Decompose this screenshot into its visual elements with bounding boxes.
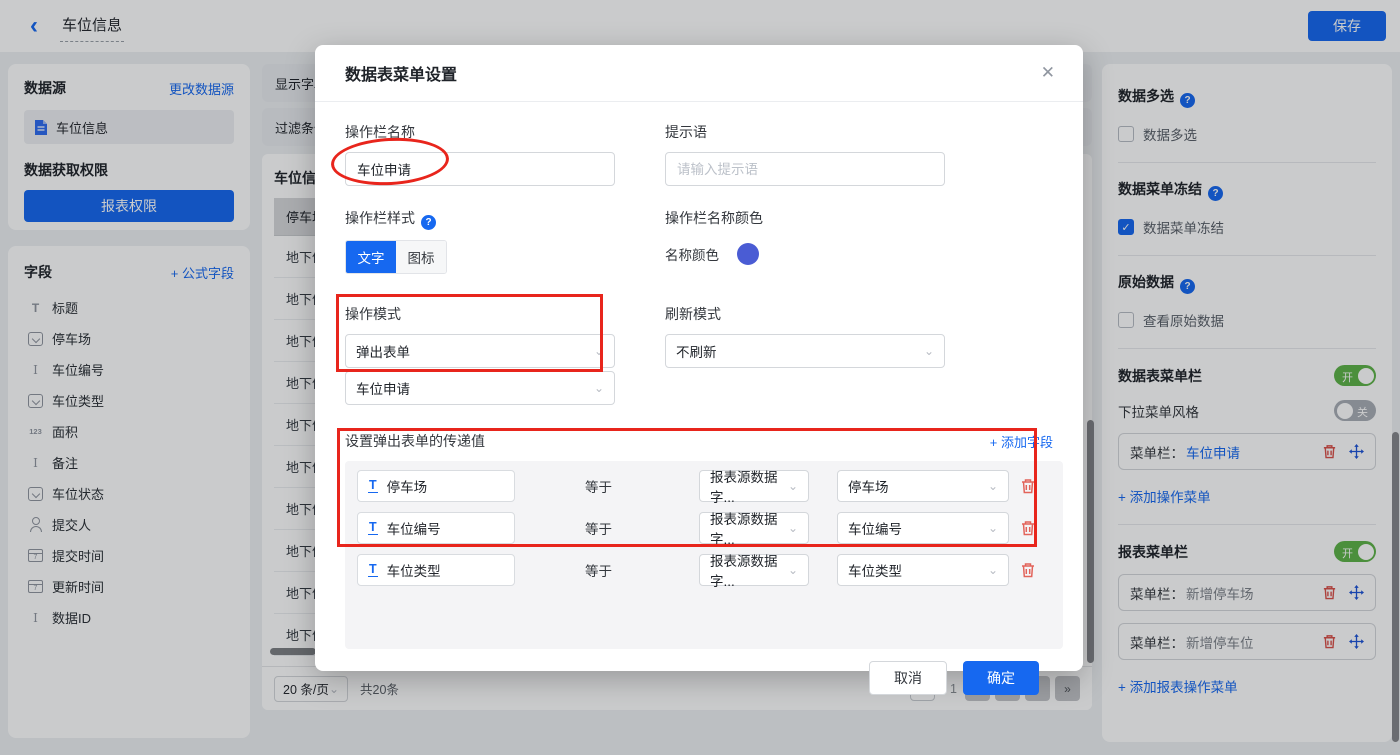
action-name-input[interactable]: [345, 152, 615, 186]
chevron-down-icon: ⌄: [924, 344, 934, 358]
tip-input[interactable]: [665, 152, 945, 186]
transfer-field-value: 车位编号: [387, 518, 441, 538]
trash-icon[interactable]: [1020, 478, 1036, 494]
transfer-field-input[interactable]: T 车位类型: [357, 554, 515, 586]
close-icon[interactable]: ✕: [1041, 63, 1055, 83]
operator-label: 等于: [585, 560, 615, 580]
transfer-field-value: 停车场: [387, 476, 428, 496]
trash-icon[interactable]: [1020, 562, 1036, 578]
source-field-value: 车位编号: [848, 518, 902, 538]
action-mode-select[interactable]: 弹出表单 ⌄: [345, 334, 615, 368]
operator-label: 等于: [585, 476, 615, 496]
dialog-title: 数据表菜单设置: [345, 61, 457, 85]
action-style-segmented: 文字 图标: [345, 240, 447, 274]
table-menu-settings-dialog: 数据表菜单设置 ✕ 操作栏名称 提示语 操作栏样式? 文字: [315, 45, 1083, 671]
transfer-values-label: 设置弹出表单的传递值: [345, 431, 485, 451]
cancel-button[interactable]: 取消: [869, 661, 947, 695]
transfer-row: T 车位类型 等于 报表源数据字...⌄ 车位类型 ⌄: [357, 554, 1051, 586]
action-mode-label: 操作模式: [345, 304, 615, 324]
refresh-mode-value: 不刷新: [676, 341, 717, 361]
transfer-values-box: T停车场 等于 报表源数据字...⌄ 停车场⌄ T车位编号 等于 报表源数据字.…: [345, 461, 1063, 649]
help-icon[interactable]: ?: [421, 215, 436, 230]
add-field-link[interactable]: + 添加字段: [990, 432, 1053, 451]
transfer-field-input[interactable]: T 车位编号: [357, 512, 515, 544]
style-text-option[interactable]: 文字: [346, 241, 396, 273]
chevron-down-icon: ⌄: [594, 344, 604, 358]
color-name-label: 名称颜色: [665, 244, 719, 264]
source-type-select[interactable]: 报表源数据字...⌄: [699, 512, 809, 544]
refresh-mode-select[interactable]: 不刷新 ⌄: [665, 334, 945, 368]
transfer-field-value: 车位类型: [387, 560, 441, 580]
action-style-label: 操作栏样式?: [345, 208, 615, 230]
transfer-row: T 车位编号 等于 报表源数据字...⌄ 车位编号 ⌄: [357, 512, 1051, 544]
confirm-button[interactable]: 确定: [963, 661, 1039, 695]
chevron-down-icon: ⌄: [788, 521, 798, 535]
operator-label: 等于: [585, 518, 615, 538]
chevron-down-icon: ⌄: [988, 521, 998, 535]
source-field-value: 车位类型: [848, 560, 902, 580]
text-type-icon: T: [368, 563, 378, 578]
style-icon-option[interactable]: 图标: [396, 241, 446, 273]
transfer-row: T 停车场 等于 报表源数据字...⌄ 停车场 ⌄: [357, 470, 1051, 502]
trash-icon[interactable]: [1020, 520, 1036, 536]
source-type-value: 报表源数据字...: [710, 466, 788, 506]
source-field-select[interactable]: 车位编号 ⌄: [837, 512, 1009, 544]
source-field-select[interactable]: 车位类型 ⌄: [837, 554, 1009, 586]
transfer-field-input[interactable]: T 停车场: [357, 470, 515, 502]
popup-form-value: 车位申请: [356, 378, 410, 398]
action-mode-value: 弹出表单: [356, 341, 410, 361]
text-type-icon: T: [368, 521, 378, 536]
source-type-value: 报表源数据字...: [710, 550, 788, 590]
tip-label: 提示语: [665, 122, 945, 142]
action-name-label: 操作栏名称: [345, 122, 615, 142]
text-type-icon: T: [368, 479, 378, 494]
popup-form-select[interactable]: 车位申请 ⌄: [345, 371, 615, 405]
source-type-select[interactable]: 报表源数据字...⌄: [699, 470, 809, 502]
source-field-value: 停车场: [848, 476, 889, 496]
chevron-down-icon: ⌄: [988, 563, 998, 577]
chevron-down-icon: ⌄: [788, 479, 798, 493]
refresh-mode-label: 刷新模式: [665, 304, 945, 324]
color-swatch[interactable]: [737, 243, 759, 265]
chevron-down-icon: ⌄: [594, 381, 604, 395]
source-field-select[interactable]: 停车场 ⌄: [837, 470, 1009, 502]
app-root: ‹ 车位信息 保存 数据源 更改数据源 车位信息 数据获取权限 报表权限 字段 …: [0, 0, 1400, 755]
source-type-select[interactable]: 报表源数据字...⌄: [699, 554, 809, 586]
source-type-value: 报表源数据字...: [710, 508, 788, 548]
chevron-down-icon: ⌄: [988, 479, 998, 493]
chevron-down-icon: ⌄: [788, 563, 798, 577]
action-name-color-label: 操作栏名称颜色: [665, 208, 945, 228]
